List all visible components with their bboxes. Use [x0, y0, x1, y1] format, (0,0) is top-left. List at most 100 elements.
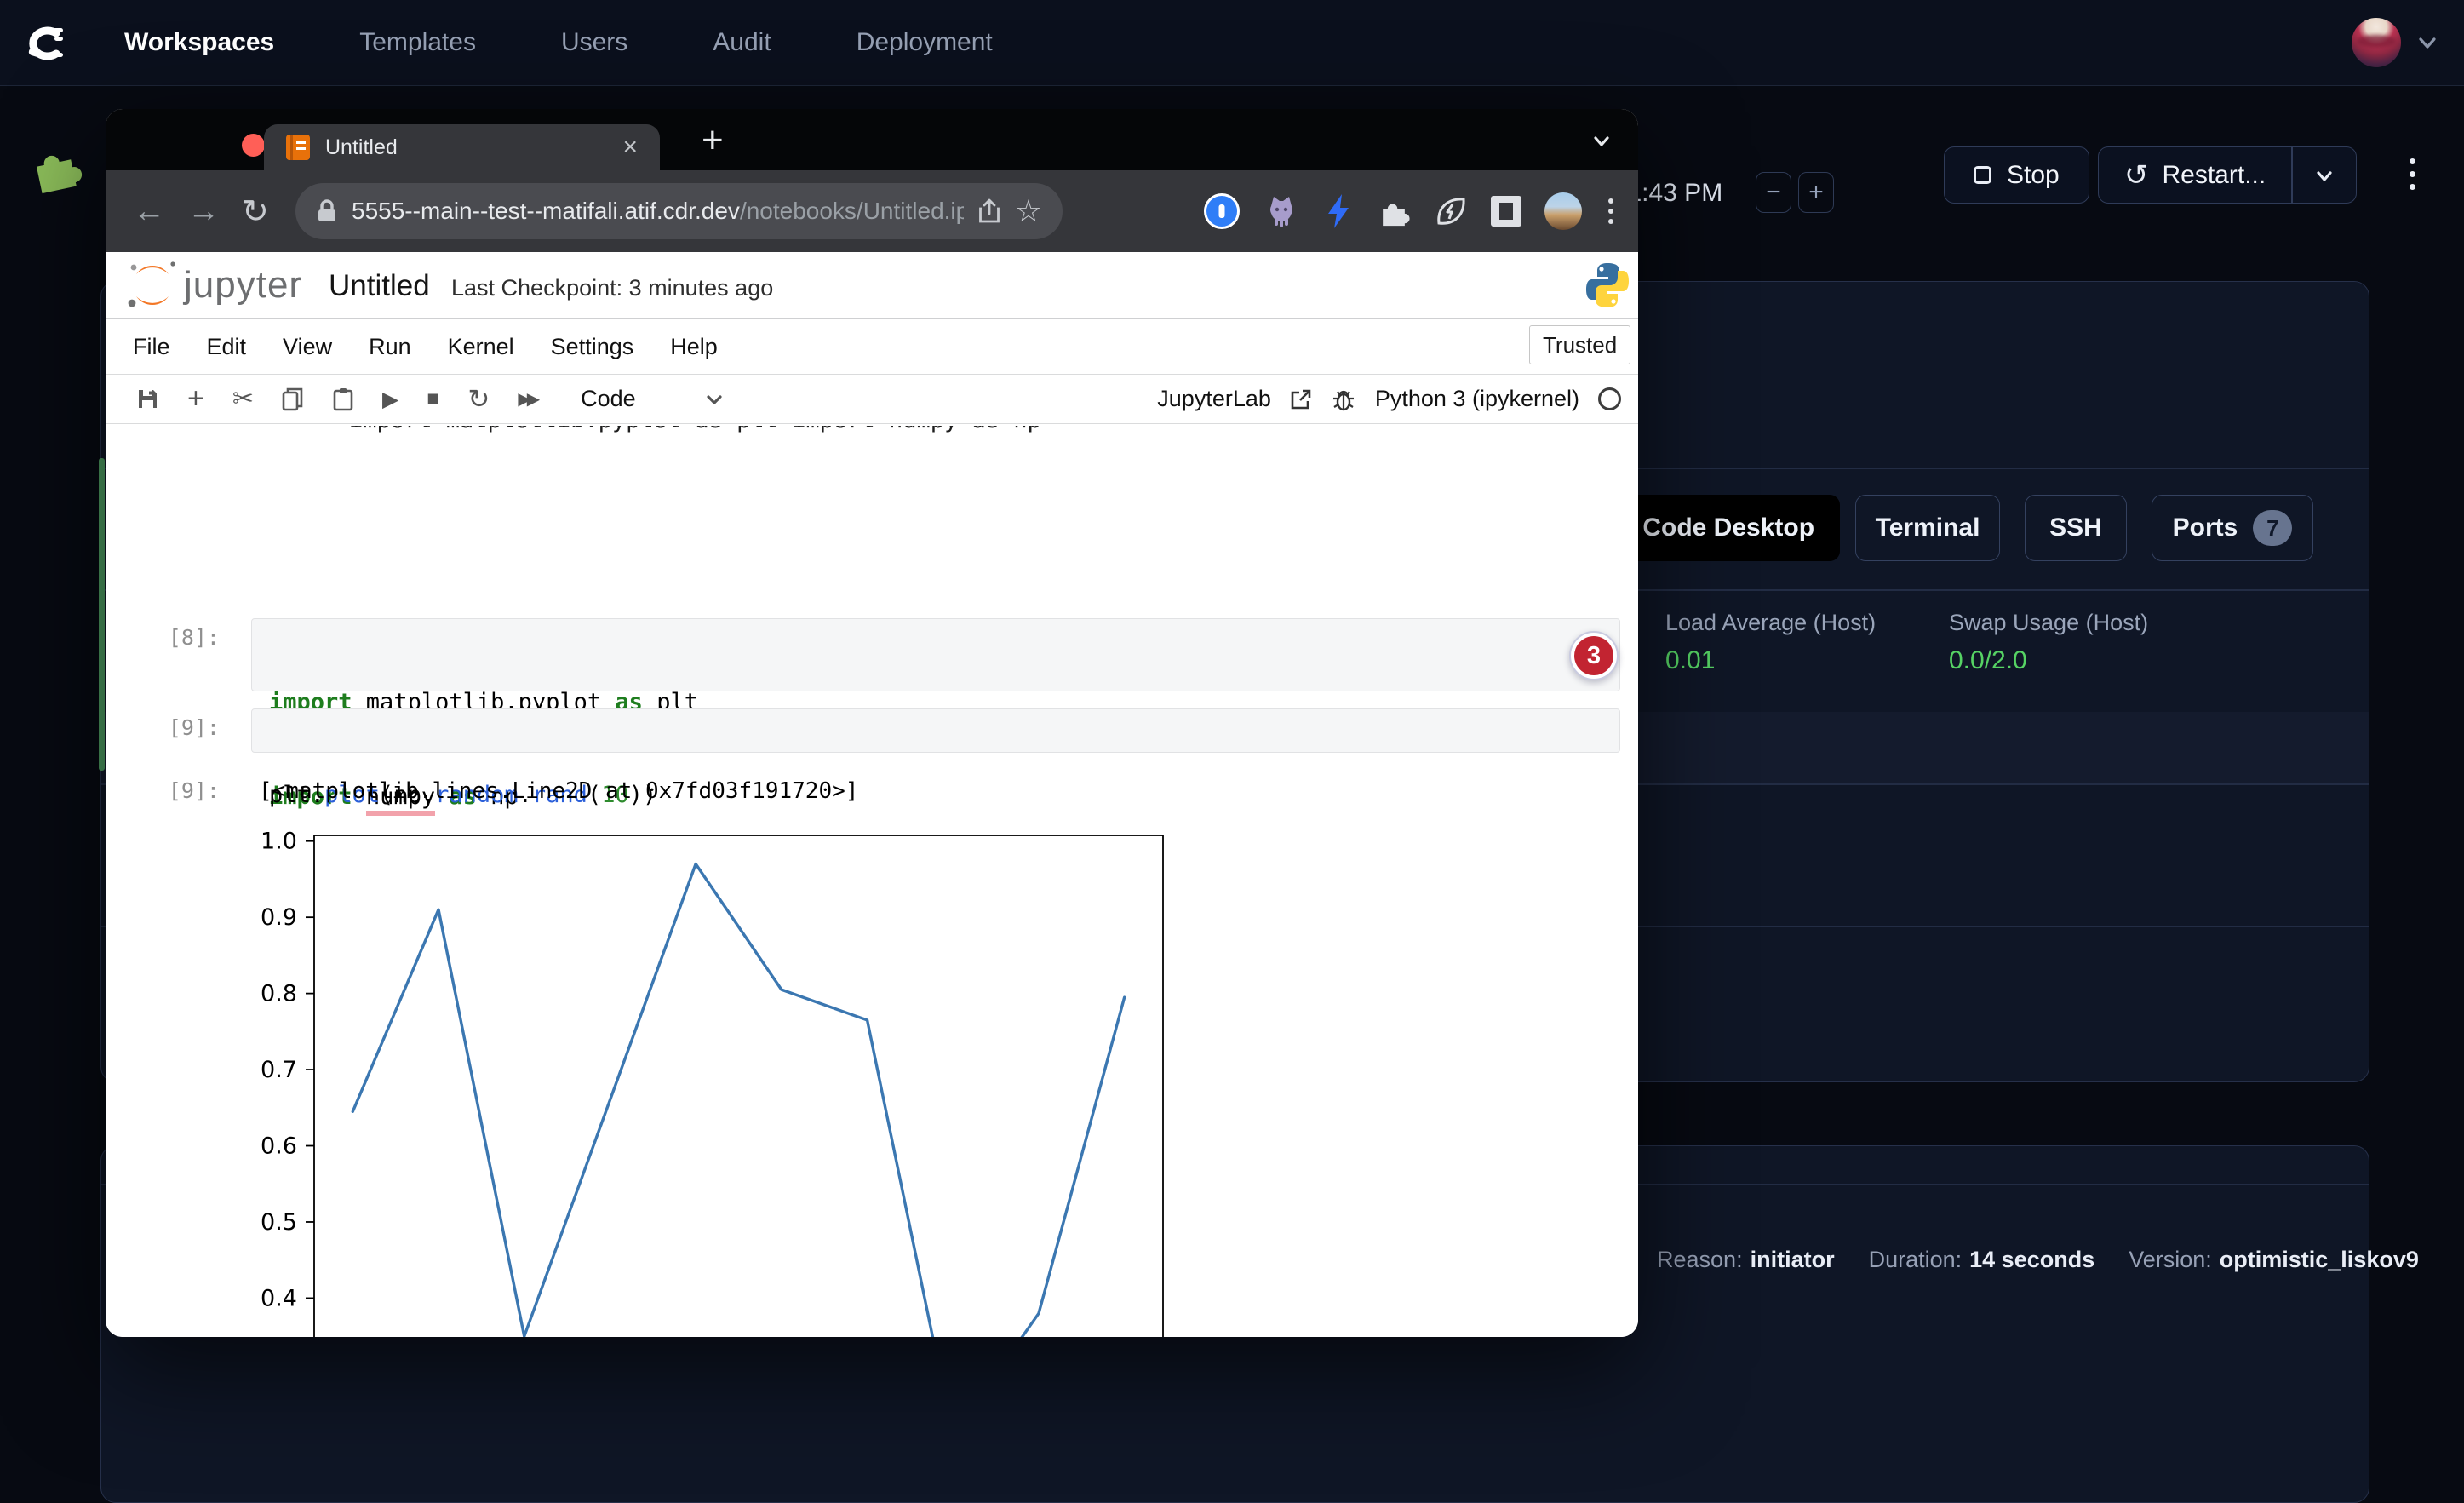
- svg-text:0.8: 0.8: [261, 981, 297, 1007]
- cell9-prompt: [9]:: [106, 715, 220, 740]
- browser-window: Untitled × + ← → ↻ 5555--main--test--mat…: [106, 109, 1638, 1337]
- nav-item-workspaces[interactable]: Workspaces: [124, 28, 274, 57]
- kernel-status-indicator: [1598, 387, 1621, 410]
- save-button[interactable]: [136, 387, 159, 410]
- python-logo-icon: [1584, 261, 1630, 310]
- clipped-previous-cell: import matplotlib.pyplot as plt import n…: [349, 426, 1371, 441]
- ext-1password-icon[interactable]: [1204, 193, 1240, 229]
- reload-button[interactable]: ↻: [242, 170, 269, 252]
- zoom-in-button[interactable]: +: [1798, 172, 1834, 213]
- extensions-area: [1204, 170, 1617, 252]
- cell8-prompt: [8]:: [106, 625, 220, 650]
- menu-help[interactable]: Help: [670, 334, 718, 360]
- ssh-button[interactable]: SSH: [2025, 495, 2127, 561]
- restart-run-all-button[interactable]: ▶▶: [518, 388, 536, 410]
- tab-title: Untitled: [325, 135, 607, 160]
- jupyter-toolbar: + ✂ ▶ ■ ↻ ▶▶ Code JupyterLab: [106, 375, 1638, 424]
- build-reason: Reason:initiator: [1657, 1247, 1835, 1273]
- copy-cell-button[interactable]: [282, 387, 304, 411]
- address-bar[interactable]: 5555--main--test--matifali.atif.cdr.dev/…: [295, 183, 1063, 239]
- notebook-favicon: [286, 135, 310, 160]
- code-cell-9[interactable]: plt.plot(np.random.rand(10)): [251, 708, 1620, 753]
- svg-text:0.5: 0.5: [261, 1209, 297, 1236]
- terminal-button[interactable]: Terminal: [1855, 495, 2000, 561]
- restart-icon: ↺: [2124, 161, 2149, 190]
- trusted-badge[interactable]: Trusted: [1529, 325, 1630, 364]
- build-duration: Duration:14 seconds: [1869, 1247, 2095, 1273]
- stop-label: Stop: [2007, 161, 2060, 190]
- ext-side-panel-icon[interactable]: [1491, 196, 1521, 227]
- svg-text:0.9: 0.9: [261, 904, 297, 931]
- user-menu-chevron-icon[interactable]: [2416, 32, 2438, 54]
- swap-usage-stat: Swap Usage (Host) 0.0/2.0: [1949, 610, 2148, 675]
- jupyter-logo-icon[interactable]: [124, 257, 181, 313]
- menu-view[interactable]: View: [283, 334, 332, 360]
- ports-button[interactable]: Ports 7: [2152, 495, 2313, 561]
- nav-item-deployment[interactable]: Deployment: [857, 28, 993, 57]
- stop-workspace-button[interactable]: Stop: [1944, 146, 2089, 204]
- new-tab-button[interactable]: +: [702, 119, 724, 162]
- user-avatar[interactable]: [2352, 18, 2401, 67]
- top-nav: Workspaces Templates Users Audit Deploym…: [0, 0, 2464, 86]
- restart-workspace-button[interactable]: ↺ Restart...: [2098, 146, 2357, 204]
- nav-item-users[interactable]: Users: [561, 28, 627, 57]
- cell-type-chevron-icon[interactable]: [703, 388, 725, 410]
- code-cell-8[interactable]: import matplotlib.pyplot as plt import n…: [251, 618, 1620, 691]
- restart-options-chevron[interactable]: [2293, 164, 2356, 186]
- ports-count-badge: 7: [2253, 510, 2292, 546]
- zoom-out-button[interactable]: −: [1756, 172, 1791, 213]
- lock-icon: [316, 198, 338, 224]
- output9-prompt: [9]:: [106, 778, 220, 803]
- extensions-puzzle-icon[interactable]: [1377, 194, 1411, 228]
- nav-item-audit[interactable]: Audit: [713, 28, 771, 57]
- workspace-more-options-button[interactable]: [2406, 155, 2419, 193]
- checkpoint-text: Last Checkpoint: 3 minutes ago: [451, 275, 773, 301]
- svg-text:0.6: 0.6: [261, 1133, 297, 1160]
- back-button[interactable]: ←: [133, 170, 165, 252]
- svg-text:0.4: 0.4: [261, 1285, 297, 1311]
- ext-lightning-bolt-icon[interactable]: [1323, 192, 1354, 230]
- restart-kernel-button[interactable]: ↻: [467, 384, 490, 415]
- notebook-title[interactable]: Untitled: [329, 269, 430, 303]
- load-average-stat: Load Average (Host) 0.01: [1665, 610, 1876, 675]
- tab-close-button[interactable]: ×: [622, 135, 638, 160]
- extension-count-badge[interactable]: 3: [1569, 631, 1619, 680]
- browser-tab-strip: Untitled × +: [106, 109, 1638, 170]
- browser-tab[interactable]: Untitled ×: [264, 124, 660, 170]
- jupyter-page: jupyter Untitled Last Checkpoint: 3 minu…: [106, 252, 1638, 1337]
- jupyter-header: jupyter Untitled Last Checkpoint: 3 minu…: [106, 252, 1638, 319]
- forward-button[interactable]: →: [187, 170, 220, 252]
- bookmark-star-icon[interactable]: ☆: [1015, 193, 1042, 229]
- coder-logo-icon[interactable]: [22, 20, 68, 66]
- main-nav: Workspaces Templates Users Audit Deploym…: [124, 28, 993, 57]
- cut-cell-button[interactable]: ✂: [232, 384, 254, 414]
- paste-cell-button[interactable]: [332, 387, 354, 411]
- run-cell-button[interactable]: ▶: [382, 387, 398, 412]
- nav-item-templates[interactable]: Templates: [359, 28, 476, 57]
- cell-type-select[interactable]: Code: [581, 386, 636, 412]
- ext-github-octocat-icon[interactable]: [1263, 192, 1300, 230]
- kernel-name[interactable]: Python 3 (ipykernel): [1375, 386, 1579, 412]
- add-cell-button[interactable]: +: [187, 382, 204, 416]
- menu-edit[interactable]: Edit: [207, 334, 247, 360]
- chrome-profile-avatar[interactable]: [1544, 192, 1582, 230]
- interrupt-kernel-button[interactable]: ■: [427, 387, 439, 411]
- menu-run[interactable]: Run: [369, 334, 411, 360]
- matplotlib-figure: 0.20.30.40.50.60.70.80.91.002468: [225, 816, 1229, 1337]
- share-icon[interactable]: [977, 198, 1001, 224]
- window-close-button[interactable]: [242, 134, 265, 157]
- debugger-bug-icon[interactable]: [1331, 387, 1356, 412]
- external-link-icon[interactable]: [1290, 388, 1312, 410]
- tab-search-chevron-icon[interactable]: [1590, 129, 1613, 152]
- menu-file[interactable]: File: [133, 334, 170, 360]
- build-version: Version:optimistic_liskov9: [2129, 1247, 2419, 1273]
- menu-kernel[interactable]: Kernel: [448, 334, 514, 360]
- browser-toolbar: ← → ↻ 5555--main--test--matifali.atif.cd…: [106, 170, 1638, 252]
- chrome-menu-button[interactable]: [1605, 195, 1617, 227]
- jupyter-menubar: File Edit View Run Kernel Settings Help: [106, 319, 1638, 375]
- open-jupyterlab-link[interactable]: JupyterLab: [1157, 386, 1271, 412]
- nav-user-menu[interactable]: [2352, 18, 2438, 67]
- menu-settings[interactable]: Settings: [551, 334, 634, 360]
- notebook-scroll-area[interactable]: import matplotlib.pyplot as plt import n…: [106, 424, 1638, 1337]
- ext-energy-leaf-icon[interactable]: [1434, 194, 1468, 228]
